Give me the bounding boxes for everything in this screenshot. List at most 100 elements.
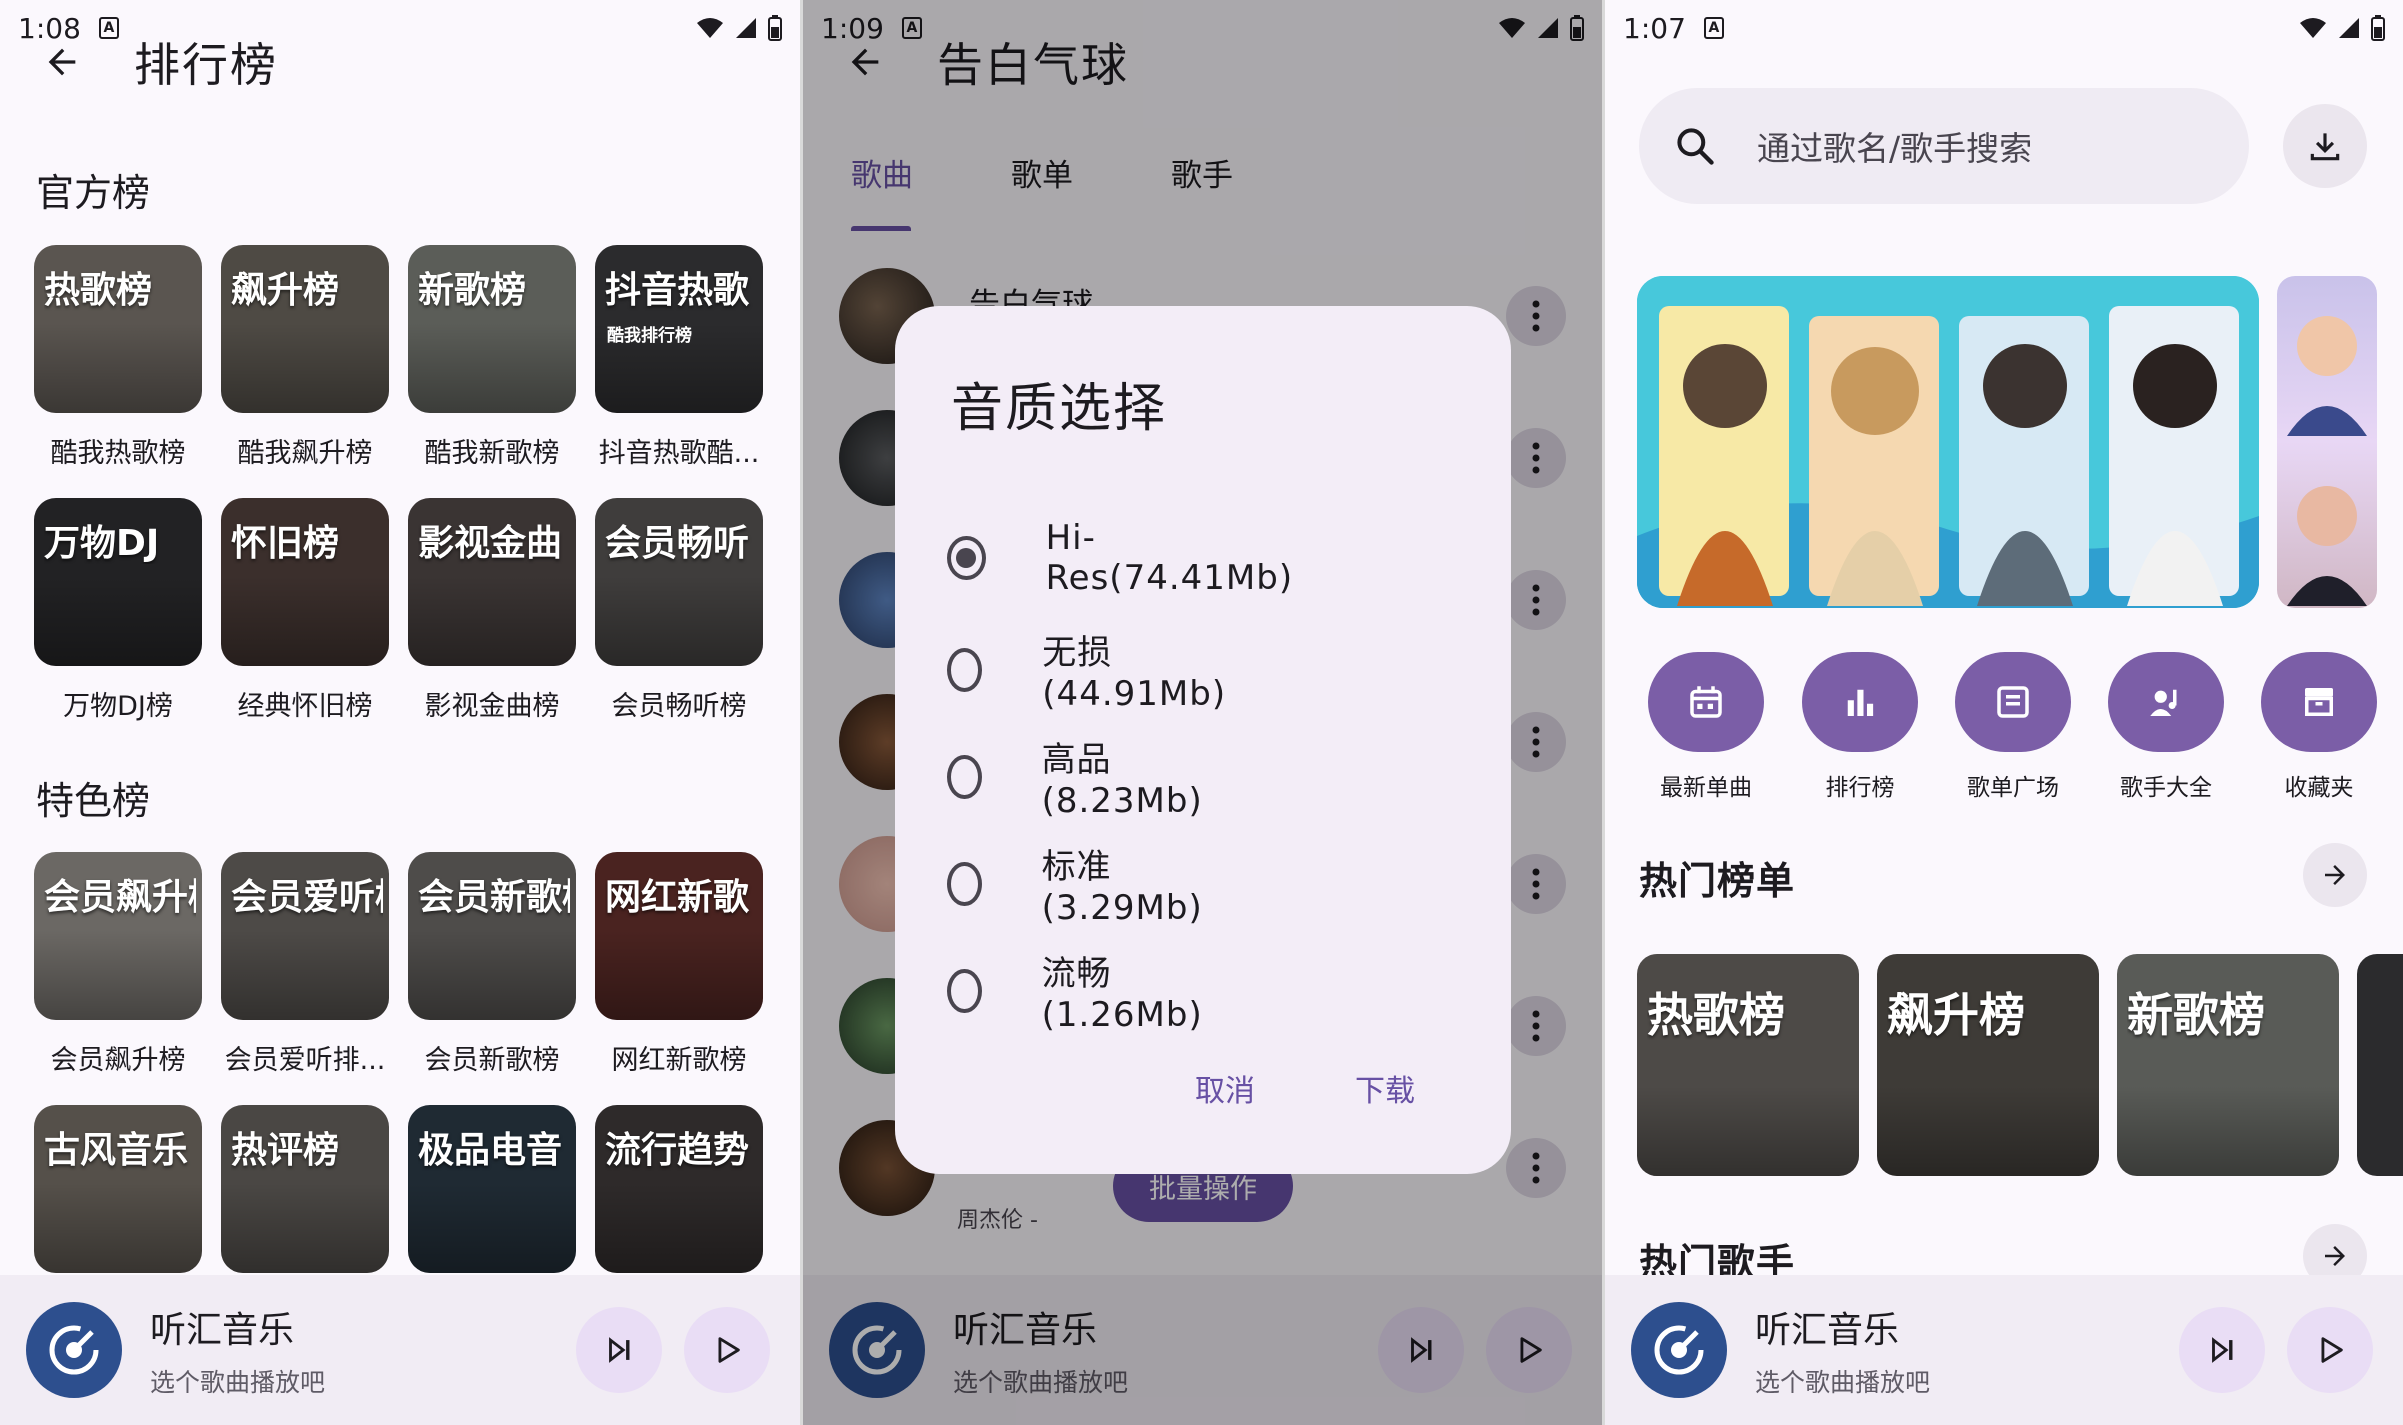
radio-button[interactable] [947,754,982,799]
chart-card[interactable]: 热歌榜 酷我热歌榜 [34,245,202,470]
hot-chart-card[interactable]: 热歌榜 [1637,954,1859,1176]
play-button[interactable] [2287,1307,2373,1393]
official-chart-grid: 热歌榜 酷我热歌榜 飙升榜 酷我飙升榜 新歌榜 酷我新歌榜 抖音热歌 酷我排行榜 抖音热歌酷..… [34,245,763,723]
hot-chart-card[interactable]: 新歌榜 [2117,954,2339,1176]
chart-label: 会员畅听榜 [611,691,747,722]
chart-cover: 抖音热歌 酷我排行榜 [595,245,763,413]
quick-action-button[interactable] [1802,652,1918,752]
chart-card[interactable]: 会员爱听榜会员爱听排... [221,852,389,1077]
mini-player[interactable]: 听汇音乐 选个歌曲播放吧 [0,1275,800,1425]
chart-cover: 新歌榜 [408,245,576,413]
player-title: 听汇音乐 [150,1310,295,1351]
cover-title: 流行趋势 [605,1131,750,1171]
radio-button[interactable] [947,647,983,692]
cover-title: 古风音乐 [44,1131,189,1171]
playlist-icon [1997,686,2029,718]
quick-action[interactable]: 最新单曲 [1641,652,1771,802]
chart-card[interactable]: 古风音乐 [34,1105,202,1273]
back-button[interactable] [30,30,94,94]
quality-label: Hi-Res(74.41Mb) [1045,518,1294,598]
page-title: 排行榜 [134,38,278,92]
promo-banner[interactable] [1637,276,2259,608]
cover-title: 热歌榜 [1647,990,1785,1040]
quick-action-button[interactable] [2261,652,2377,752]
chart-card[interactable]: 会员新歌榜会员新歌榜 [408,852,576,1077]
chart-card[interactable]: 影视金曲 影视金曲榜 [408,498,576,723]
chart-label: 会员飙升榜 [50,1045,186,1076]
chart-card[interactable]: 会员畅听 会员畅听榜 [595,498,763,723]
chart-card[interactable]: 网红新歌 网红新歌榜 [595,852,763,1077]
chart-card[interactable]: 会员飙升榜会员飙升榜 [34,852,202,1077]
battery-icon [2371,15,2385,41]
official-section-title: 官方榜 [36,171,151,215]
player-text: 听汇音乐 选个歌曲播放吧 [1755,1301,1930,1399]
quality-option[interactable]: 无损(44.91Mb) [947,625,1235,714]
chart-card[interactable]: 抖音热歌 酷我排行榜 抖音热歌酷... [595,245,763,470]
radio-button[interactable] [947,861,982,906]
chart-card[interactable]: 万物DJ 万物DJ榜 [34,498,202,723]
arrow-back-icon [48,48,76,76]
mini-player[interactable]: 听汇音乐 选个歌曲播放吧 [1605,1275,2403,1425]
next-banner-preview[interactable] [2277,276,2377,608]
cancel-button[interactable]: 取消 [1195,1066,1255,1110]
cover-shade [408,1183,576,1273]
cover-shade [1637,1086,1859,1176]
quick-action[interactable]: 排行榜 [1795,652,1925,802]
search-placeholder: 通过歌名/歌手搜索 [1757,129,2033,168]
quick-action-label: 歌手大全 [2120,775,2212,801]
player-subtitle: 选个歌曲播放吧 [1755,1368,1931,1397]
play-icon [2321,1337,2343,1363]
quick-action-button[interactable] [1955,652,2071,752]
quality-option[interactable]: 流畅(1.26Mb) [947,946,1212,1035]
quick-action[interactable]: 歌单广场 [1948,652,2078,802]
next-button[interactable] [2179,1307,2265,1393]
quick-action-label: 歌单广场 [1967,775,2059,801]
chart-card[interactable]: 极品电音 [408,1105,576,1273]
arrow-forward-icon [2325,1246,2345,1266]
chart-cover: 流行趋势 [595,1105,763,1273]
ranking-screen: 1:08 A 排行榜 官方榜 热歌榜 酷我热歌榜 飙升榜 酷我飙升榜 新歌榜 酷我新歌榜抖… [0,0,800,1425]
radio-button[interactable] [947,968,982,1013]
system-icons [2299,15,2385,41]
notification-icon: A [1703,17,1724,39]
cover-shade [221,1183,389,1273]
quick-action[interactable]: 收藏夹 [2254,652,2384,802]
quality-option[interactable]: 高品(8.23Mb) [947,732,1212,821]
chart-cover: 古风音乐 [34,1105,202,1273]
cover-shade [595,1183,763,1273]
album-disc[interactable] [26,1302,122,1398]
quality-option[interactable]: Hi-Res(74.41Mb) [947,518,1299,598]
hot-charts-more-button[interactable] [2303,843,2367,907]
download-icon [2310,133,2340,161]
radio-button[interactable] [947,536,986,580]
chart-cover: 会员畅听 [595,498,763,666]
hot-chart-card-peek[interactable] [2357,954,2403,1176]
chart-cover: 网红新歌 [595,852,763,1020]
chart-card[interactable]: 飙升榜 酷我飙升榜 [221,245,389,470]
search-bar[interactable]: 通过歌名/歌手搜索 [1639,88,2249,204]
banner-artwork [1637,276,2259,608]
cover-shade [408,323,576,413]
chart-card[interactable]: 热评榜 [221,1105,389,1273]
download-manager-button[interactable] [2283,104,2367,188]
cover-shade [34,930,202,1020]
chart-card[interactable]: 怀旧榜 经典怀旧榜 [221,498,389,723]
download-button[interactable]: 下载 [1355,1066,1415,1110]
chart-card[interactable]: 流行趋势 [595,1105,763,1273]
cover-title: 会员新歌榜 [418,878,570,918]
chart-label: 会员爱听排... [224,1045,386,1076]
quick-action[interactable]: 歌手大全 [2101,652,2231,802]
quick-action-button[interactable] [1648,652,1764,752]
hot-chart-card[interactable]: 飙升榜 [1877,954,2099,1176]
bar-chart-icon [1847,689,1874,716]
chart-card[interactable]: 新歌榜 酷我新歌榜 [408,245,576,470]
quick-action-button[interactable] [2108,652,2224,752]
inbox-icon [2305,688,2333,716]
cover-title: 热歌榜 [44,271,153,311]
album-disc[interactable] [1631,1302,1727,1398]
arrow-forward-icon [2325,865,2345,885]
next-button[interactable] [576,1307,662,1393]
chart-label: 酷我飙升榜 [237,438,373,469]
quality-option[interactable]: 标准(3.29Mb) [947,839,1212,928]
play-button[interactable] [684,1307,770,1393]
